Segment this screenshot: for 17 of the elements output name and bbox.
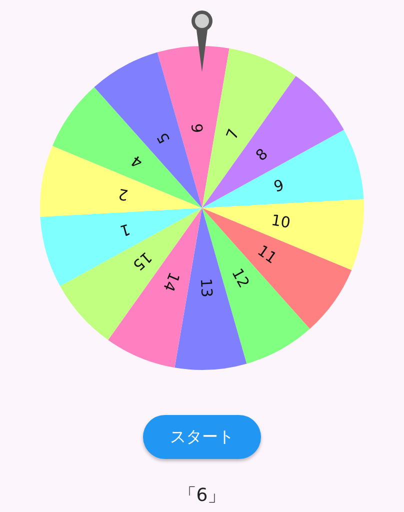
segment-label: 2 bbox=[116, 184, 130, 204]
result-text: 「6」 bbox=[178, 485, 226, 507]
start-button[interactable]: スタート bbox=[143, 415, 261, 459]
segment-label: 8 bbox=[252, 144, 272, 165]
segment-label: 15 bbox=[129, 248, 156, 274]
segment-label: 5 bbox=[153, 129, 174, 146]
segment-label: 7 bbox=[222, 126, 243, 142]
segment-label: 13 bbox=[196, 278, 216, 298]
segment-label: 11 bbox=[254, 242, 280, 268]
segment-label: 6 bbox=[188, 122, 207, 134]
segment-label: 4 bbox=[128, 152, 146, 172]
segment-label: 14 bbox=[159, 270, 184, 294]
segment-label: 12 bbox=[228, 265, 254, 291]
segment-label: 10 bbox=[270, 211, 292, 232]
segment-label: 9 bbox=[272, 176, 286, 196]
pointer-pin-icon bbox=[192, 10, 212, 72]
segment-label: 1 bbox=[118, 220, 132, 240]
